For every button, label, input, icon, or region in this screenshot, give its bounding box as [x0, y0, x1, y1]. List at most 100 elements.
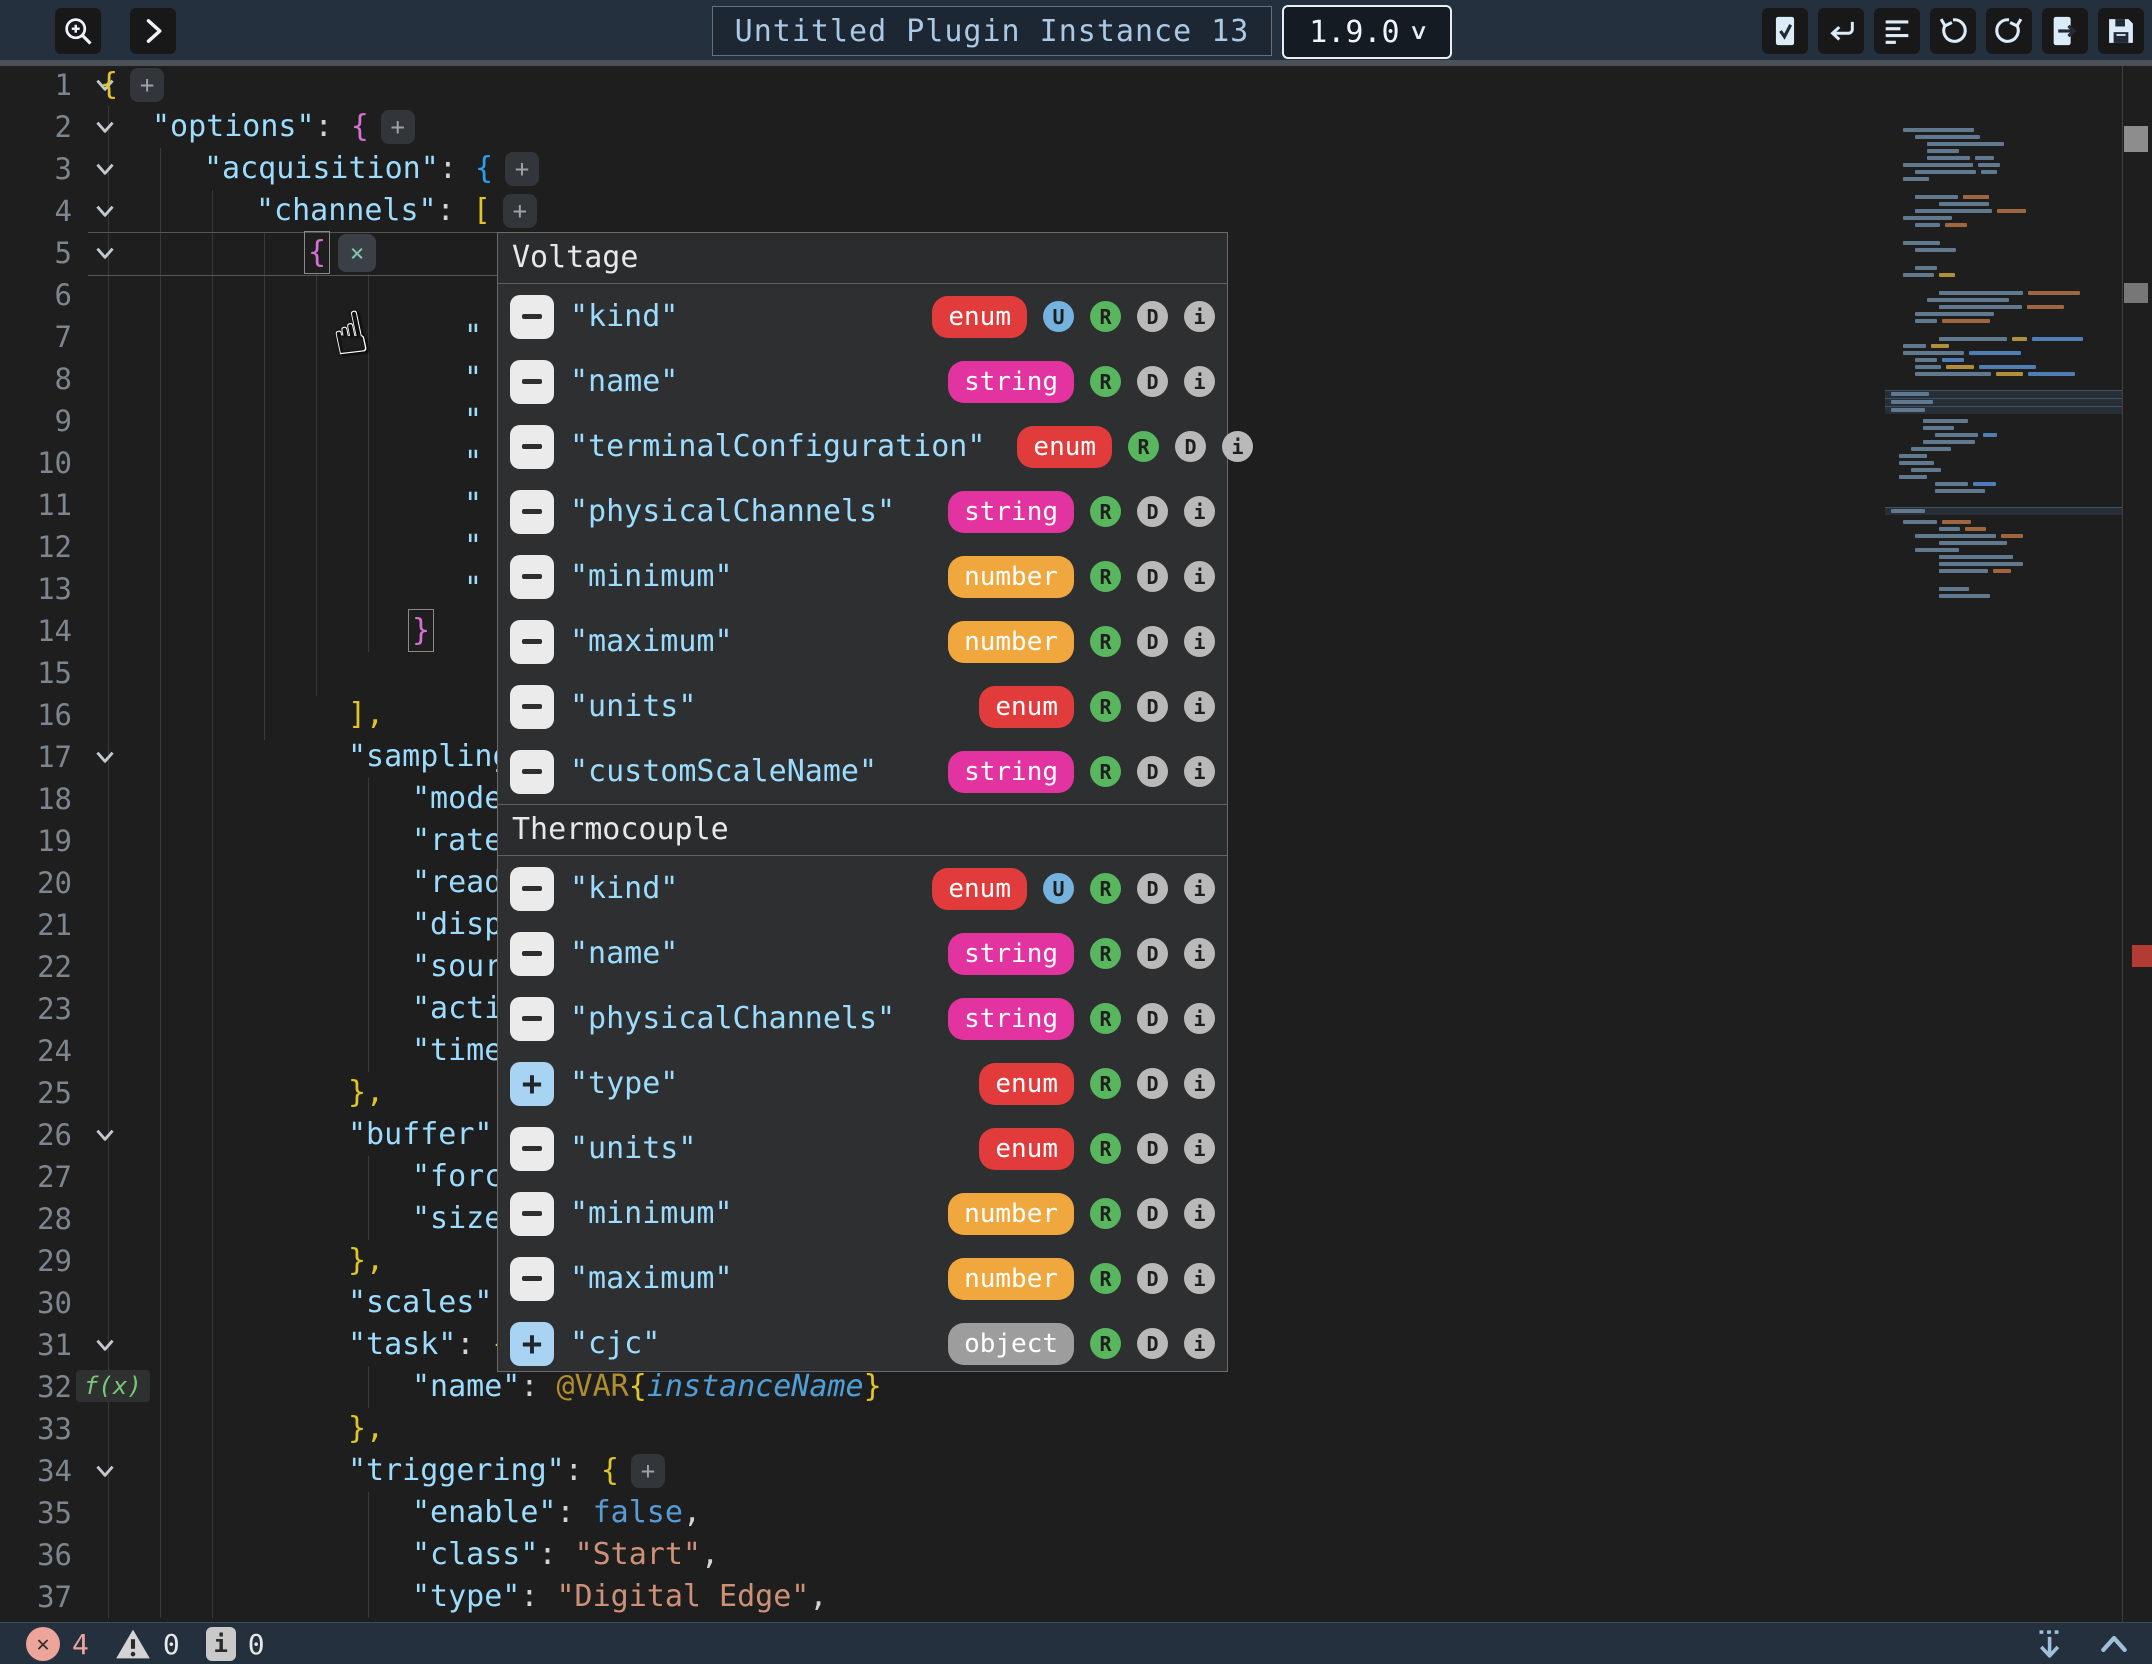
flag-badge-i[interactable]: i: [1184, 873, 1215, 904]
remove-property-button[interactable]: [510, 620, 554, 664]
flag-badge-R[interactable]: R: [1090, 1263, 1121, 1294]
add-property-button[interactable]: +: [381, 110, 415, 144]
undo-icon[interactable]: [1930, 8, 1976, 54]
flag-badge-D[interactable]: D: [1137, 1133, 1168, 1164]
remove-property-button[interactable]: [510, 360, 554, 404]
redo-icon[interactable]: [1986, 8, 2032, 54]
remove-property-button[interactable]: [510, 932, 554, 976]
flag-badge-i[interactable]: i: [1184, 301, 1215, 332]
remove-property-button[interactable]: [510, 1257, 554, 1301]
code-line-36[interactable]: 36"class": "Start",: [0, 1534, 1880, 1576]
return-icon[interactable]: [1818, 8, 1864, 54]
fold-chevron-icon[interactable]: [92, 1332, 118, 1358]
doc-check-icon[interactable]: [1762, 8, 1808, 54]
fold-chevron-icon[interactable]: [92, 198, 118, 224]
remove-property-button[interactable]: [510, 685, 554, 729]
flag-badge-i[interactable]: i: [1184, 1263, 1215, 1294]
flag-badge-i[interactable]: i: [1184, 561, 1215, 592]
flag-badge-R[interactable]: R: [1090, 938, 1121, 969]
flag-badge-D[interactable]: D: [1137, 1068, 1168, 1099]
scrollbar-thumb[interactable]: [2124, 126, 2148, 152]
scrollbar-mark[interactable]: [2124, 283, 2148, 303]
info-count[interactable]: i 0: [206, 1627, 265, 1661]
zoom-plus-icon[interactable]: [55, 8, 101, 54]
code-line-4[interactable]: 4"channels": [+: [0, 190, 1880, 232]
flag-badge-U[interactable]: U: [1043, 301, 1074, 332]
remove-property-button[interactable]: [510, 1192, 554, 1236]
flag-badge-U[interactable]: U: [1043, 873, 1074, 904]
format-lines-icon[interactable]: [1874, 8, 1920, 54]
add-property-button[interactable]: +: [130, 68, 164, 102]
warning-count[interactable]: 0: [115, 1627, 180, 1661]
flag-badge-i[interactable]: i: [1184, 496, 1215, 527]
flag-badge-i[interactable]: i: [1222, 431, 1253, 462]
flag-badge-i[interactable]: i: [1184, 1328, 1215, 1359]
save-icon[interactable]: [2098, 8, 2144, 54]
flag-badge-D[interactable]: D: [1137, 1198, 1168, 1229]
code-line-34[interactable]: 34"triggering": {+: [0, 1450, 1880, 1492]
flag-badge-R[interactable]: R: [1090, 561, 1121, 592]
instance-title-input[interactable]: Untitled Plugin Instance 13: [712, 6, 1272, 56]
flag-badge-i[interactable]: i: [1184, 938, 1215, 969]
flag-badge-D[interactable]: D: [1137, 561, 1168, 592]
flag-badge-D[interactable]: D: [1137, 938, 1168, 969]
jump-to-bottom-icon[interactable]: [2030, 1625, 2068, 1663]
remove-property-button[interactable]: [510, 295, 554, 339]
add-property-button[interactable]: +: [503, 194, 537, 228]
code-line-2[interactable]: 2"options": {+: [0, 106, 1880, 148]
popup-property-row[interactable]: "terminalConfiguration"enumRDi: [498, 414, 1227, 479]
remove-property-button[interactable]: [510, 750, 554, 794]
popup-property-row[interactable]: "minimum"numberRDi: [498, 544, 1227, 609]
chevron-right-icon[interactable]: [130, 8, 176, 54]
flag-badge-R[interactable]: R: [1090, 1003, 1121, 1034]
fold-chevron-icon[interactable]: [92, 1458, 118, 1484]
flag-badge-D[interactable]: D: [1137, 873, 1168, 904]
code-line-1[interactable]: 1{+: [0, 64, 1880, 106]
flag-badge-R[interactable]: R: [1090, 496, 1121, 527]
popup-property-row[interactable]: +"cjc"objectRDi: [498, 1311, 1227, 1376]
fold-chevron-icon[interactable]: [92, 1122, 118, 1148]
flag-badge-R[interactable]: R: [1128, 431, 1159, 462]
fold-chevron-icon[interactable]: [92, 744, 118, 770]
flag-badge-D[interactable]: D: [1137, 366, 1168, 397]
code-line-33[interactable]: 33},: [0, 1408, 1880, 1450]
code-line-3[interactable]: 3"acquisition": {+: [0, 148, 1880, 190]
flag-badge-R[interactable]: R: [1090, 1068, 1121, 1099]
remove-property-button[interactable]: [510, 1127, 554, 1171]
flag-badge-i[interactable]: i: [1184, 626, 1215, 657]
flag-badge-D[interactable]: D: [1137, 496, 1168, 527]
popup-property-row[interactable]: "name"stringRDi: [498, 349, 1227, 414]
version-select[interactable]: 1.9.0 ∨: [1282, 5, 1452, 59]
collapse-panel-icon[interactable]: [2094, 1625, 2134, 1663]
fold-chevron-icon[interactable]: [92, 114, 118, 140]
remove-property-button[interactable]: [510, 490, 554, 534]
code-line-35[interactable]: 35"enable": false,: [0, 1492, 1880, 1534]
code-editor[interactable]: 1{+2"options": {+3"acquisition": {+4"cha…: [0, 60, 2152, 1622]
popup-property-row[interactable]: "physicalChannels"stringRDi: [498, 986, 1227, 1051]
add-property-button[interactable]: +: [510, 1322, 554, 1366]
add-property-button[interactable]: +: [510, 1062, 554, 1106]
flag-badge-i[interactable]: i: [1184, 756, 1215, 787]
fx-badge[interactable]: f(x): [76, 1370, 150, 1402]
flag-badge-R[interactable]: R: [1090, 301, 1121, 332]
popup-property-row[interactable]: "customScaleName"stringRDi: [498, 739, 1227, 804]
popup-property-row[interactable]: "name"stringRDi: [498, 921, 1227, 986]
flag-badge-D[interactable]: D: [1137, 626, 1168, 657]
export-icon[interactable]: [2042, 8, 2088, 54]
popup-property-row[interactable]: "minimum"numberRDi: [498, 1181, 1227, 1246]
remove-property-button[interactable]: [510, 425, 554, 469]
popup-property-row[interactable]: +"type"enumRDi: [498, 1051, 1227, 1116]
flag-badge-i[interactable]: i: [1184, 691, 1215, 722]
popup-property-row[interactable]: "kind"enumURDi: [498, 856, 1227, 921]
fold-chevron-icon[interactable]: [92, 156, 118, 182]
flag-badge-D[interactable]: D: [1137, 301, 1168, 332]
minimap[interactable]: [1885, 66, 2122, 1622]
flag-badge-i[interactable]: i: [1184, 1068, 1215, 1099]
flag-badge-R[interactable]: R: [1090, 1328, 1121, 1359]
flag-badge-D[interactable]: D: [1137, 1003, 1168, 1034]
remove-property-button[interactable]: [510, 997, 554, 1041]
flag-badge-R[interactable]: R: [1090, 366, 1121, 397]
flag-badge-D[interactable]: D: [1175, 431, 1206, 462]
flag-badge-R[interactable]: R: [1090, 873, 1121, 904]
flag-badge-R[interactable]: R: [1090, 756, 1121, 787]
